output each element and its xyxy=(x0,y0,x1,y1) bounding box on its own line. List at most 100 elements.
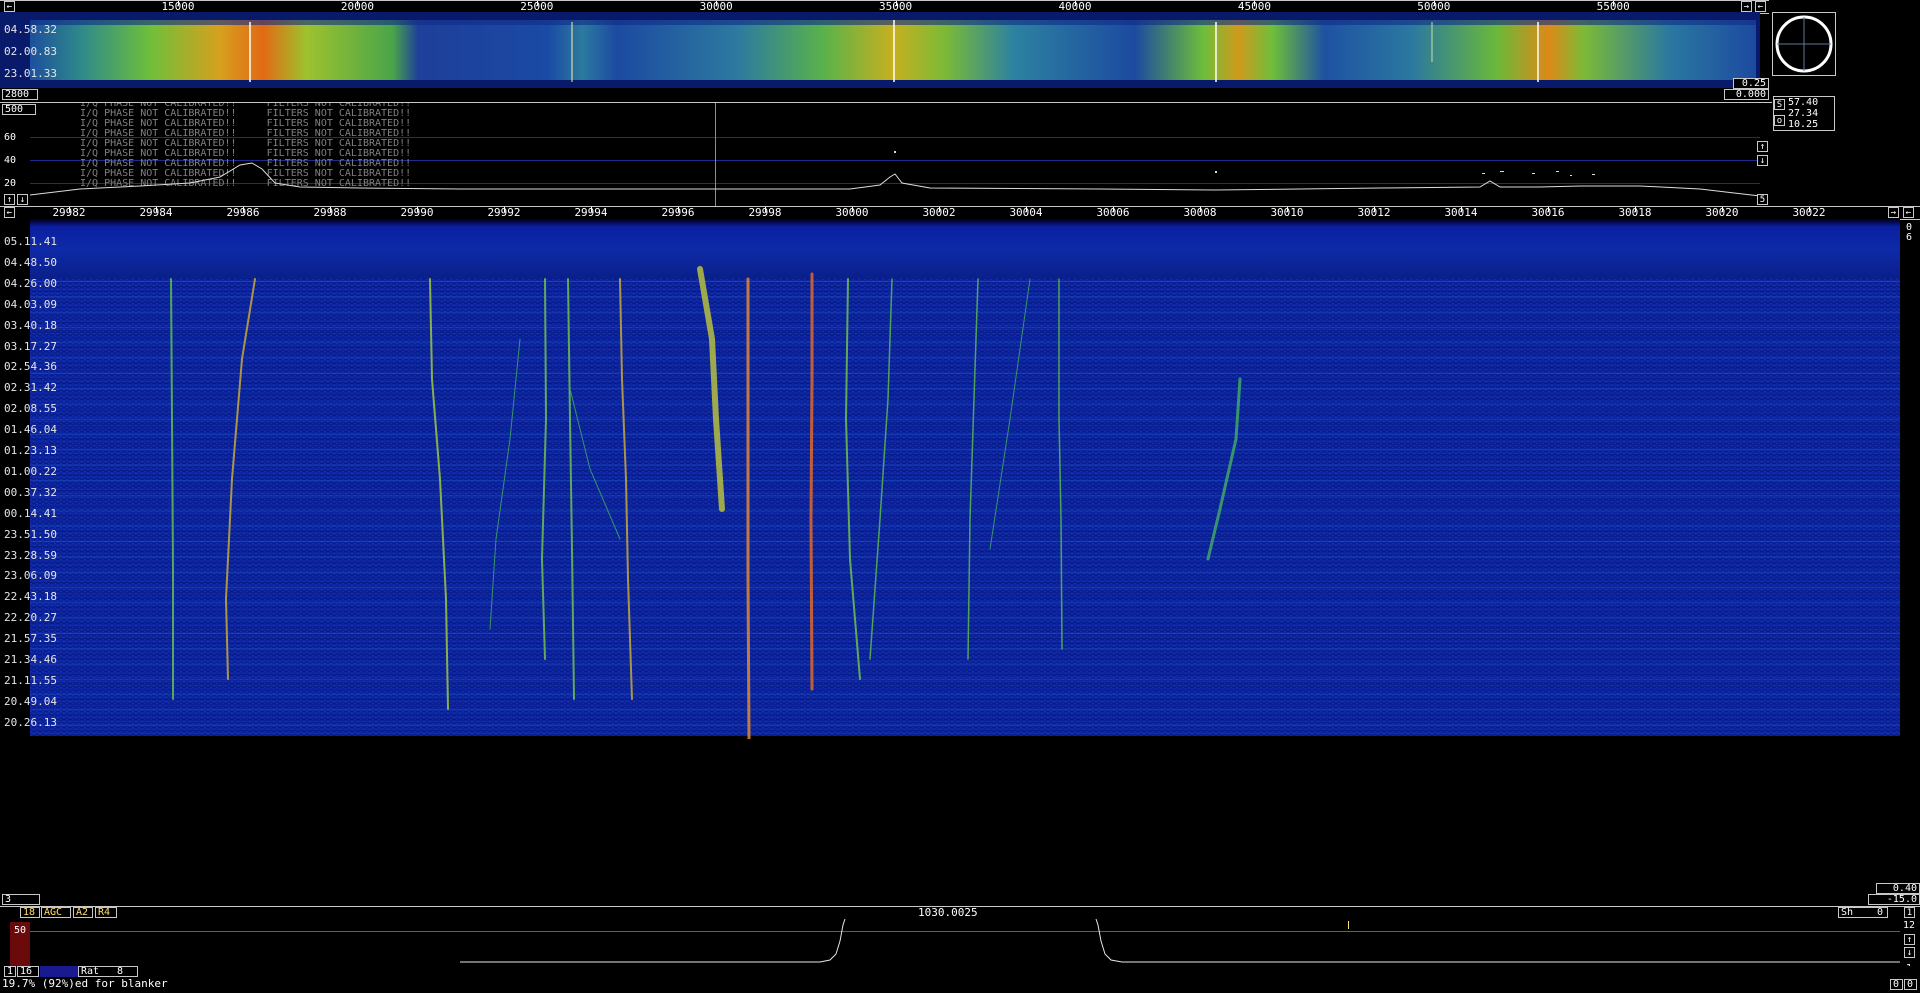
spectrum-avg-button[interactable]: 5 xyxy=(1757,194,1768,205)
scale-label: 29984 xyxy=(139,206,173,219)
scale-label: 30016 xyxy=(1531,206,1565,219)
waterfall-time-label: 21.34.46 xyxy=(4,653,57,666)
scale-label: 30002 xyxy=(922,206,956,219)
wide-time-label: 02.00.83 xyxy=(4,45,57,58)
r4-button[interactable]: R4 xyxy=(95,907,117,918)
waterfall-time-label: 20.26.13 xyxy=(4,715,57,729)
scale-label: 30022 xyxy=(1792,206,1826,219)
spectrum-panel[interactable]: I/Q PHASE NOT CALIBRATED!! FILTERS NOT C… xyxy=(0,102,1772,207)
s-meter xyxy=(1772,12,1836,76)
scale-label: 29986 xyxy=(226,206,260,219)
scale-label: 29994 xyxy=(574,206,608,219)
rat-label: Rat xyxy=(81,966,100,977)
wide-waterfall-offset-value[interactable]: 0.000 xyxy=(1724,89,1769,100)
bandwidth-value[interactable]: 18 xyxy=(20,907,40,918)
baseband-up-button[interactable]: ↑ xyxy=(1904,934,1915,945)
wide-time-label: 23.01.33 xyxy=(4,67,57,80)
waterfall-time-label: 00.37.32 xyxy=(4,485,57,499)
meter-readouts: S o 57.40 27.34 10.25 xyxy=(1773,96,1835,131)
scale-label: 30010 xyxy=(1270,206,1304,219)
scale-label: 30006 xyxy=(1096,206,1130,219)
sh-value: 0 xyxy=(1876,907,1883,918)
wide-time-label: 04.58.32 xyxy=(4,23,57,36)
waterfall-time-label: 23.51.50 xyxy=(4,527,57,541)
wide-waterfall[interactable]: 04.58.32 02.00.83 23.01.33 xyxy=(0,12,1760,88)
scale-label: 29990 xyxy=(400,206,434,219)
waterfall-time-label: 02.54.36 xyxy=(4,360,57,374)
status-button-1[interactable]: 1 xyxy=(4,966,16,977)
sh-text: Sh xyxy=(1841,907,1854,918)
meter-readout-1: 57.40 xyxy=(1788,97,1819,108)
meter-key-o[interactable]: o xyxy=(1774,115,1785,126)
scale-label: 30018 xyxy=(1618,206,1652,219)
waterfall-time-label: 22.20.27 xyxy=(4,611,57,625)
scale-label: 30008 xyxy=(1183,206,1217,219)
rat-control[interactable]: Rat 8 xyxy=(78,966,138,977)
meter-readout-3: 10.25 xyxy=(1788,119,1819,130)
agc-button[interactable]: AGC xyxy=(41,907,71,918)
waterfall-time-label: 21.11.55 xyxy=(4,673,57,687)
waterfall-time-label: 01.00.22 xyxy=(4,464,57,478)
sh-label[interactable]: Sh 0 xyxy=(1838,907,1888,918)
baseband-right-button[interactable]: 1 xyxy=(1904,907,1915,918)
spectrum-top-value[interactable]: 500 xyxy=(2,104,36,115)
zoom-out-button[interactable]: ← xyxy=(1755,1,1766,12)
cpu-load-text: 19.7% (92%)ed for blanker xyxy=(2,977,168,990)
main-frequency-scale: ← 29982 29984 29986 29988 29990 29992 29994 299… xyxy=(0,206,1920,220)
status-right-zero-1[interactable]: 0 xyxy=(1890,979,1903,990)
spectrum-down-button[interactable]: ↓ xyxy=(17,194,28,205)
main-scroll-left-button[interactable]: ← xyxy=(4,207,15,218)
main-scroll-right-button[interactable]: → xyxy=(1888,207,1899,218)
waterfall-time-label: 22.43.18 xyxy=(4,590,57,604)
status-indicator xyxy=(40,966,78,977)
wide-waterfall-gain-value[interactable]: 0.25 xyxy=(1733,78,1769,89)
baseband-frequency: 1030.0025 xyxy=(918,906,978,919)
scale-label: 30020 xyxy=(1705,206,1739,219)
waterfall-time-label: 04.48.50 xyxy=(4,255,57,269)
scroll-right-button[interactable]: → xyxy=(1741,1,1752,12)
spectrum-up-button[interactable]: ↑ xyxy=(4,194,15,205)
wide-waterfall-level-value[interactable]: 2800 xyxy=(2,89,38,100)
baseband-down-button[interactable]: ↓ xyxy=(1904,947,1915,958)
scale-label: 30014 xyxy=(1444,206,1478,219)
scale-label: 29988 xyxy=(313,206,347,219)
spectrum-scale-up-button[interactable]: ↑ xyxy=(1757,141,1768,152)
s-meter-dial-icon xyxy=(1775,15,1833,73)
scale-label: 29996 xyxy=(661,206,695,219)
rat-value: 8 xyxy=(117,966,124,977)
meter-key-s[interactable]: S xyxy=(1774,99,1785,110)
waterfall-time-label: 04.03.09 xyxy=(4,297,57,311)
status-button-16[interactable]: 16 xyxy=(17,966,39,977)
waterfall-time-label: 23.28.59 xyxy=(4,548,57,562)
scale-label: 30004 xyxy=(1009,206,1043,219)
main-zoom-button[interactable]: ← xyxy=(1903,207,1914,218)
waterfall-zero-value[interactable]: -15.0 xyxy=(1868,894,1920,905)
scroll-left-button[interactable]: ← xyxy=(4,1,15,12)
scale-label: 29992 xyxy=(487,206,521,219)
waterfall-avg-value[interactable]: 3 xyxy=(2,894,40,905)
meter-readout-2: 27.34 xyxy=(1788,108,1819,119)
waterfall-time-label: 05.11.41 xyxy=(4,235,57,248)
waterfall-time-label: 01.46.04 xyxy=(4,423,57,437)
waterfall-time-label: 20.49.04 xyxy=(4,694,57,708)
main-waterfall[interactable]: 05.11.41 04.48.50 04.26.00 04.03.09 03.40.18… xyxy=(0,219,1900,739)
a2-button[interactable]: A2 xyxy=(73,907,93,918)
main-waterfall-image xyxy=(30,219,1900,739)
status-row: 1 16 Rat 8 19.7% (92%)ed for blanker 0 0 xyxy=(0,966,1920,993)
db-label: 60 xyxy=(4,132,17,143)
waterfall-time-label: 23.06.09 xyxy=(4,569,57,583)
scale-label: 29998 xyxy=(748,206,782,219)
wide-waterfall-image xyxy=(30,20,1756,82)
waterfall-time-label: 04.26.00 xyxy=(4,276,57,290)
waterfall-time-label: 00.14.41 xyxy=(4,506,57,520)
spectrum-scale-down-button[interactable]: ↓ xyxy=(1757,155,1768,166)
waterfall-gain-value[interactable]: 0.40 xyxy=(1876,883,1920,894)
waterfall-time-label: 02.08.55 xyxy=(4,402,57,416)
db-label: 20 xyxy=(4,178,17,189)
spectrum-trace xyxy=(29,151,1761,197)
status-right-zero-2[interactable]: 0 xyxy=(1904,979,1917,990)
waterfall-time-label: 03.17.27 xyxy=(4,339,57,353)
db-label: 40 xyxy=(4,155,17,166)
scale-label: 29982 xyxy=(52,206,86,219)
baseband-right-num: 12 xyxy=(1903,920,1916,931)
